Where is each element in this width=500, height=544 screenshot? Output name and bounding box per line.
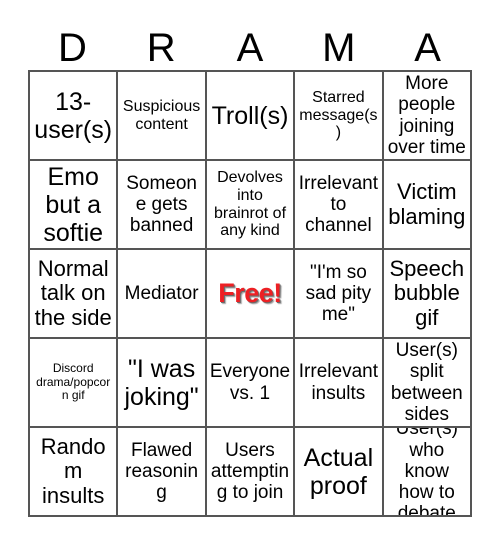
bingo-cell-label: Victim blaming — [388, 178, 466, 229]
bingo-cell-label: Devolves into brainrot of any kind — [213, 168, 287, 240]
bingo-header-letters: D R A M A — [28, 14, 472, 70]
bingo-cell[interactable]: Actual proof — [295, 428, 384, 517]
bingo-cell[interactable]: Victim blaming — [383, 161, 472, 250]
bingo-cell[interactable]: Normal talk on the side — [30, 250, 119, 339]
bingo-cell-label: Irrelevant insults — [298, 361, 378, 404]
bingo-cell[interactable]: Devolves into brainrot of any kind — [206, 161, 296, 250]
bingo-cell[interactable]: Random insults — [30, 428, 119, 517]
bingo-cell[interactable]: Someone gets banned — [118, 161, 207, 250]
bingo-cell-label: Emo but a softie — [43, 162, 104, 247]
bingo-cell[interactable]: Speech bubble gif — [383, 250, 472, 339]
bingo-grid: 13-user(s) Suspicious content Troll(s) S… — [28, 70, 472, 517]
bingo-cell[interactable]: Mediator — [118, 250, 207, 339]
bingo-cell-label: Speech bubble gif — [389, 255, 465, 330]
bingo-free-space-cell[interactable]: Free! — [206, 250, 296, 339]
header-letter-3: M — [322, 26, 356, 70]
bingo-cell[interactable]: Discord drama/popcorn gif — [30, 339, 119, 428]
header-letter-0: D — [57, 26, 87, 70]
bingo-cell-label: "I'm so sad pity me" — [305, 261, 372, 326]
bingo-cell-label: Starred message(s) — [299, 88, 378, 142]
bingo-cell-label: Everyone vs. 1 — [209, 361, 291, 404]
bingo-cell-label: Troll(s) — [211, 101, 289, 130]
bingo-cell[interactable]: Emo but a softie — [30, 161, 119, 250]
bingo-cell-label: "I was joking" — [124, 354, 199, 411]
bingo-cell-label: Suspicious content — [122, 97, 201, 133]
bingo-cell-label: Flawed reasoning — [125, 439, 199, 504]
bingo-free-space-label: Free! — [218, 278, 282, 309]
bingo-cell-label: Users attempting to join — [210, 439, 290, 504]
bingo-cell-label: 13-user(s) — [34, 87, 113, 144]
bingo-cell[interactable]: Starred message(s) — [295, 72, 384, 161]
bingo-cell[interactable]: Irrelevant to channel — [295, 161, 384, 250]
bingo-cell[interactable]: Users attempting to join — [206, 428, 296, 517]
bingo-cell[interactable]: User(s) who know how to debate — [383, 428, 472, 517]
bingo-cell-label: Normal talk on the side — [34, 255, 112, 330]
bingo-cell[interactable]: Flawed reasoning — [118, 428, 207, 517]
bingo-cell[interactable]: 13-user(s) — [30, 72, 119, 161]
bingo-cell-label: Discord drama/popcorn gif — [36, 361, 111, 403]
bingo-cell-label: User(s) split between sides — [390, 339, 463, 425]
bingo-cell-label: Actual proof — [303, 443, 374, 500]
bingo-cell-label: User(s) who know how to debate — [395, 428, 458, 517]
bingo-cell[interactable]: More people joining over time — [383, 72, 472, 161]
bingo-cell[interactable]: Suspicious content — [118, 72, 207, 161]
bingo-cell[interactable]: "I was joking" — [118, 339, 207, 428]
bingo-card-page: D R A M A 13-user(s) Suspicious content … — [0, 0, 500, 544]
bingo-cell[interactable]: User(s) split between sides — [383, 339, 472, 428]
bingo-cell-label: Irrelevant to channel — [298, 172, 378, 237]
bingo-cell-label: Random insults — [40, 433, 106, 508]
bingo-cell[interactable]: Troll(s) — [206, 72, 296, 161]
header-letter-1: R — [146, 26, 176, 70]
bingo-cell-label: Someone gets banned — [126, 172, 197, 237]
header-letter-4: A — [414, 26, 441, 70]
header-letter-2: A — [236, 26, 264, 70]
bingo-cell-label: Mediator — [124, 282, 199, 304]
bingo-cell[interactable]: Irrelevant insults — [295, 339, 384, 428]
bingo-cell-label: More people joining over time — [387, 72, 466, 158]
bingo-cell[interactable]: Everyone vs. 1 — [206, 339, 296, 428]
bingo-cell[interactable]: "I'm so sad pity me" — [295, 250, 384, 339]
